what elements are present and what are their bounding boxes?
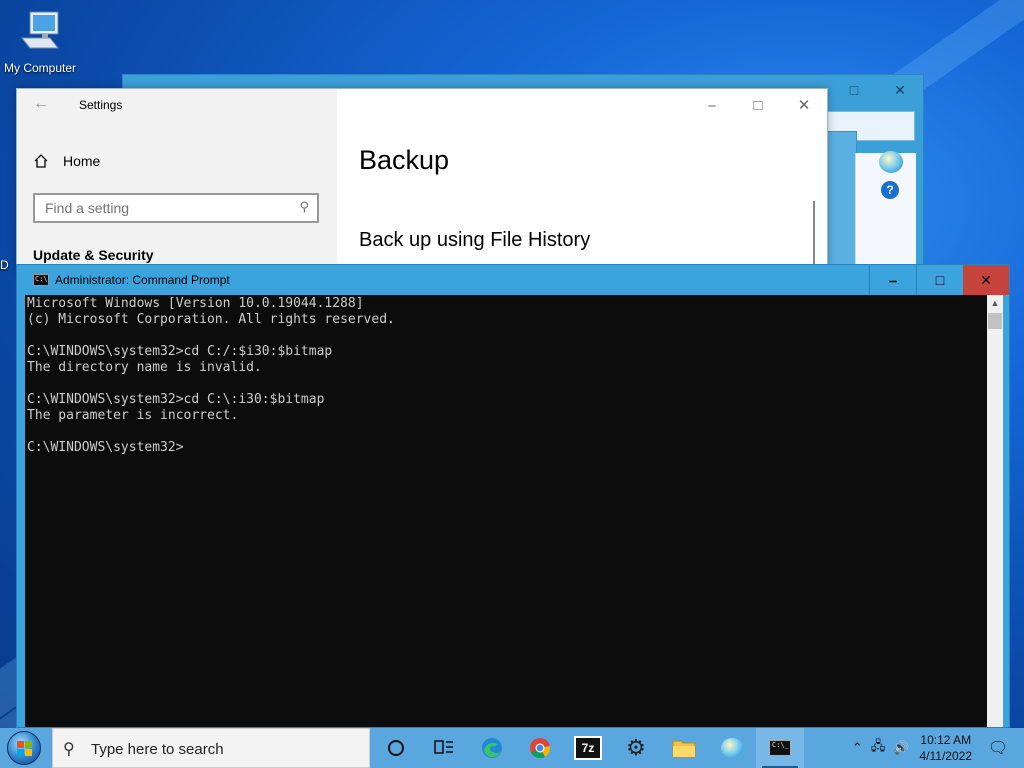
chevron-up-icon[interactable]: ⌃ — [852, 740, 863, 756]
taskbar-search[interactable]: ⚲ Type here to search — [52, 728, 370, 768]
taskbar-item-network-globe[interactable] — [708, 728, 756, 768]
nav-home[interactable]: Home — [33, 153, 100, 169]
globe-icon — [721, 738, 743, 758]
chrome-icon — [530, 738, 551, 759]
title-bar[interactable]: C:\ Administrator: Command Prompt ⎯ □ ✕ — [17, 265, 1009, 295]
console-text: Microsoft Windows [Version 10.0.19044.12… — [25, 295, 987, 456]
window-title: Administrator: Command Prompt — [55, 273, 230, 287]
section-title: Update & Security — [33, 247, 154, 263]
maximize-icon[interactable]: □ — [831, 75, 877, 105]
search-icon: ⚲ — [299, 199, 309, 214]
section-heading: Back up using File History — [359, 229, 591, 251]
minimize-button[interactable]: ⎯ — [869, 265, 916, 295]
console-line: The parameter is incorrect. — [27, 408, 239, 423]
taskbar: ⚲ Type here to search 7z ⚙ C:\_ ⌃ 🖧 🔊 10… — [0, 728, 1024, 768]
desktop-icon-label: My Computer — [3, 61, 77, 75]
clock-date: 4/11/2022 — [919, 749, 973, 763]
network-icon[interactable]: 🖧 — [871, 737, 886, 759]
cmd-icon: C:\_ — [769, 740, 791, 756]
nav-home-label: Home — [63, 153, 101, 169]
notification-icon[interactable]: 🗨 — [986, 738, 1010, 758]
speaker-icon[interactable]: 🔊 — [893, 740, 909, 756]
desktop-partial-label: D — [0, 258, 9, 272]
taskbar-item-edge[interactable] — [468, 728, 516, 768]
settings-window[interactable]: ← Settings Home ⚲ Update & Security ⎯ □ … — [16, 88, 828, 270]
settings-search-input[interactable] — [35, 195, 285, 221]
scroll-thumb[interactable] — [988, 313, 1002, 329]
inner-window — [823, 131, 857, 273]
gear-icon: ⚙ — [626, 735, 646, 760]
vertical-scrollbar[interactable]: ▲ — [987, 295, 1003, 727]
taskbar-item-command-prompt[interactable]: C:\_ — [756, 728, 804, 768]
desktop-icon-my-computer[interactable]: My Computer — [2, 8, 78, 75]
console-line: The directory name is invalid. — [27, 360, 262, 375]
close-icon[interactable]: ✕ — [877, 75, 923, 105]
system-tray: ⌃ 🖧 🔊 10:12 AM 4/11/2022 🗨 — [848, 728, 1024, 768]
clock[interactable]: 10:12 AM 4/11/2022 — [920, 732, 973, 764]
scroll-up-icon[interactable]: ▲ — [987, 295, 1003, 311]
close-button[interactable]: ✕ — [963, 265, 1009, 295]
maximize-icon[interactable]: □ — [735, 89, 781, 121]
start-button[interactable] — [4, 730, 44, 766]
taskbar-search-placeholder: Type here to search — [91, 741, 224, 758]
command-prompt-window[interactable]: C:\ Administrator: Command Prompt ⎯ □ ✕ … — [16, 264, 1010, 728]
7zip-icon: 7z — [574, 736, 602, 760]
globe-icon[interactable] — [879, 151, 903, 173]
folder-icon — [672, 740, 696, 758]
taskbar-item-chrome[interactable] — [516, 728, 564, 768]
computer-icon — [20, 11, 60, 49]
page-title: Backup — [359, 145, 450, 175]
search-icon: ⚲ — [63, 741, 75, 758]
taskbar-item-7zip[interactable]: 7z — [564, 728, 612, 768]
minimize-icon[interactable]: ⎯ — [689, 89, 735, 121]
help-icon[interactable]: ? — [881, 181, 899, 199]
taskbar-item-task-view[interactable] — [420, 728, 468, 768]
console-line: C:\WINDOWS\system32>cd C:/:$i30:$bitmap — [27, 344, 333, 359]
taskbar-item-file-explorer[interactable] — [660, 728, 708, 768]
console-output[interactable]: Microsoft Windows [Version 10.0.19044.12… — [25, 295, 987, 727]
taskbar-item-cortana[interactable] — [372, 728, 420, 768]
cmd-icon: C:\ — [33, 274, 49, 286]
settings-sidebar: ← Settings Home ⚲ Update & Security — [17, 89, 337, 269]
settings-title: Settings — [79, 98, 123, 112]
console-line: Microsoft Windows [Version 10.0.19044.12… — [27, 296, 364, 311]
windows-logo-icon — [7, 731, 41, 765]
console-line: (c) Microsoft Corporation. All rights re… — [27, 312, 395, 327]
taskbar-item-settings[interactable]: ⚙ — [612, 728, 660, 768]
task-view-icon — [434, 740, 453, 754]
scrollbar[interactable] — [813, 201, 815, 269]
back-arrow-icon[interactable]: ← — [33, 95, 49, 113]
settings-search[interactable]: ⚲ — [33, 193, 319, 223]
console-line: C:\WINDOWS\system32> — [27, 440, 184, 455]
home-icon — [34, 154, 48, 168]
maximize-button[interactable]: □ — [916, 265, 963, 295]
close-icon[interactable]: ✕ — [781, 89, 827, 121]
clock-time: 10:12 AM — [920, 733, 972, 747]
console-line: C:\WINDOWS\system32>cd C:\:i30:$bitmap — [27, 392, 325, 407]
edge-icon — [482, 738, 502, 758]
circle-icon — [388, 740, 404, 756]
